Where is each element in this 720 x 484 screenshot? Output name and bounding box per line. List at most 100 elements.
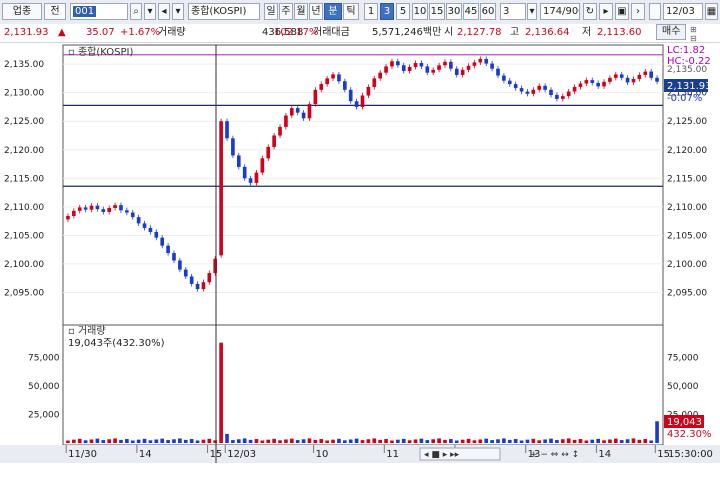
minute-60[interactable]: 60 bbox=[480, 3, 496, 20]
chart-area[interactable]: 2,135.00 2,130.00 2,130.00 2,125.00 2,125.00… bbox=[0, 43, 720, 481]
volume-bar bbox=[549, 438, 553, 443]
arrow-down-icon[interactable]: ▾ bbox=[172, 3, 184, 20]
zoom-controls-icon[interactable]: + − ⇔ ↔ ↕ bbox=[530, 450, 579, 460]
chevron-down-icon[interactable]: ▾ bbox=[527, 3, 537, 20]
candle bbox=[301, 112, 306, 119]
count-input[interactable]: 174/900 bbox=[540, 3, 580, 20]
volume-bar bbox=[643, 439, 648, 443]
arrow-down-icon[interactable]: ▾ bbox=[144, 3, 156, 20]
volume-bar bbox=[449, 439, 453, 443]
candle bbox=[213, 258, 218, 274]
volume-bar bbox=[219, 342, 223, 443]
volume-bar bbox=[625, 439, 630, 443]
minute-3[interactable]: 3 bbox=[380, 3, 394, 20]
arrow-right-icon[interactable]: › bbox=[631, 3, 645, 20]
volume-bar bbox=[83, 440, 88, 443]
candle bbox=[254, 172, 259, 183]
period-year[interactable]: 년 bbox=[309, 3, 323, 20]
volume-tick-left: 25,000 bbox=[28, 411, 60, 421]
save-icon[interactable]: ▣ bbox=[615, 3, 629, 20]
candle bbox=[113, 205, 117, 208]
candle bbox=[655, 77, 659, 82]
buy-button[interactable]: 매수 bbox=[656, 24, 687, 40]
volume-bar bbox=[113, 438, 117, 443]
volume-bar bbox=[596, 438, 600, 443]
x-tick-label: 12/03 bbox=[227, 449, 256, 460]
volume-bar bbox=[466, 438, 471, 443]
unit-input[interactable]: 3 bbox=[500, 3, 526, 20]
volume-bar bbox=[266, 439, 271, 443]
scope-select[interactable]: 전 bbox=[44, 3, 66, 20]
candle bbox=[496, 68, 500, 76]
volume-bar bbox=[331, 439, 335, 443]
time-label: 15:30:00 bbox=[668, 449, 713, 460]
high-value: 2,136.64 bbox=[525, 27, 570, 38]
candle bbox=[407, 66, 412, 71]
panel-toggle-icon[interactable]: ⊞ ⊟ bbox=[690, 25, 697, 43]
date-input[interactable]: 12/03 bbox=[663, 3, 703, 20]
change-value: 35.07 bbox=[86, 27, 115, 38]
minute-15[interactable]: 15 bbox=[429, 3, 445, 20]
code-value: 001 bbox=[73, 6, 97, 17]
volume-bar bbox=[160, 438, 165, 443]
play-controls-icon[interactable]: ◂ ■ ▸ ▸▸ bbox=[424, 450, 460, 460]
candle bbox=[119, 205, 123, 211]
volume-bar bbox=[519, 440, 524, 443]
volume-bar bbox=[655, 421, 659, 443]
volume-bar bbox=[260, 440, 265, 443]
calendar-icon[interactable]: ▦ bbox=[705, 3, 718, 20]
period-minute[interactable]: 분 bbox=[324, 3, 342, 20]
candle bbox=[83, 207, 88, 210]
volume-bar bbox=[460, 439, 465, 443]
price-tick-left: 2,110.00 bbox=[4, 203, 44, 213]
speaker-icon[interactable]: ◂ bbox=[158, 3, 170, 20]
minute-10[interactable]: 10 bbox=[412, 3, 428, 20]
volume-bar bbox=[148, 440, 153, 443]
volume-bar bbox=[396, 439, 400, 443]
volume-bar bbox=[178, 438, 182, 443]
candle bbox=[331, 74, 335, 79]
candle bbox=[466, 65, 471, 70]
volume-bar bbox=[454, 440, 459, 443]
code-input[interactable]: 001 bbox=[70, 3, 128, 20]
chevron-right-icon[interactable]: ▸ bbox=[599, 3, 613, 20]
candle bbox=[107, 207, 112, 212]
period-day[interactable]: 일 bbox=[264, 3, 278, 20]
candle bbox=[236, 155, 241, 167]
search-icon[interactable]: ⌕ bbox=[130, 3, 142, 20]
market-select[interactable]: 업종 bbox=[2, 3, 42, 20]
refresh-icon[interactable]: ↻ bbox=[583, 3, 597, 20]
volume-bar bbox=[360, 440, 365, 443]
scroll-controls[interactable]: ◂ ■ ▸ ▸▸ + − ⇔ ↔ ↕ bbox=[419, 447, 579, 461]
price-tick-right: 2,125.00 bbox=[667, 117, 707, 127]
volume-bar bbox=[254, 439, 259, 443]
candle bbox=[596, 82, 600, 87]
minute-5[interactable]: 5 bbox=[396, 3, 410, 20]
volume-bar bbox=[543, 439, 547, 443]
minute-30[interactable]: 30 bbox=[446, 3, 462, 20]
candle bbox=[72, 210, 76, 216]
volume-bar bbox=[366, 439, 371, 443]
volume-bar bbox=[513, 439, 518, 443]
period-month[interactable]: 월 bbox=[294, 3, 308, 20]
volume-tick-right: 50,000 bbox=[667, 382, 699, 392]
last-volume-pct: 432.30% bbox=[667, 429, 712, 440]
volume-bar bbox=[484, 438, 489, 443]
minute-45[interactable]: 45 bbox=[463, 3, 479, 20]
volume-bar bbox=[637, 439, 642, 443]
volume-panel-label: ▫ 거래량 bbox=[68, 325, 106, 337]
volume-info: 19,043주(432.30%) bbox=[68, 338, 165, 349]
candle bbox=[66, 215, 70, 220]
volume-bar bbox=[631, 438, 636, 443]
checkbox[interactable] bbox=[649, 3, 661, 20]
minute-1[interactable]: 1 bbox=[364, 3, 378, 20]
right-top-tick: 2,135.00 bbox=[667, 65, 707, 75]
candle bbox=[225, 121, 229, 139]
volume-bar bbox=[555, 440, 559, 443]
volume-bar bbox=[584, 440, 589, 443]
candle bbox=[643, 71, 648, 75]
period-tick[interactable]: 틱 bbox=[343, 3, 359, 20]
volume-bar bbox=[307, 438, 312, 443]
stock-chart[interactable]: 2,135.002,130.00 2,130.002,125.00 2,125.00… bbox=[0, 43, 720, 481]
period-week[interactable]: 주 bbox=[279, 3, 293, 20]
